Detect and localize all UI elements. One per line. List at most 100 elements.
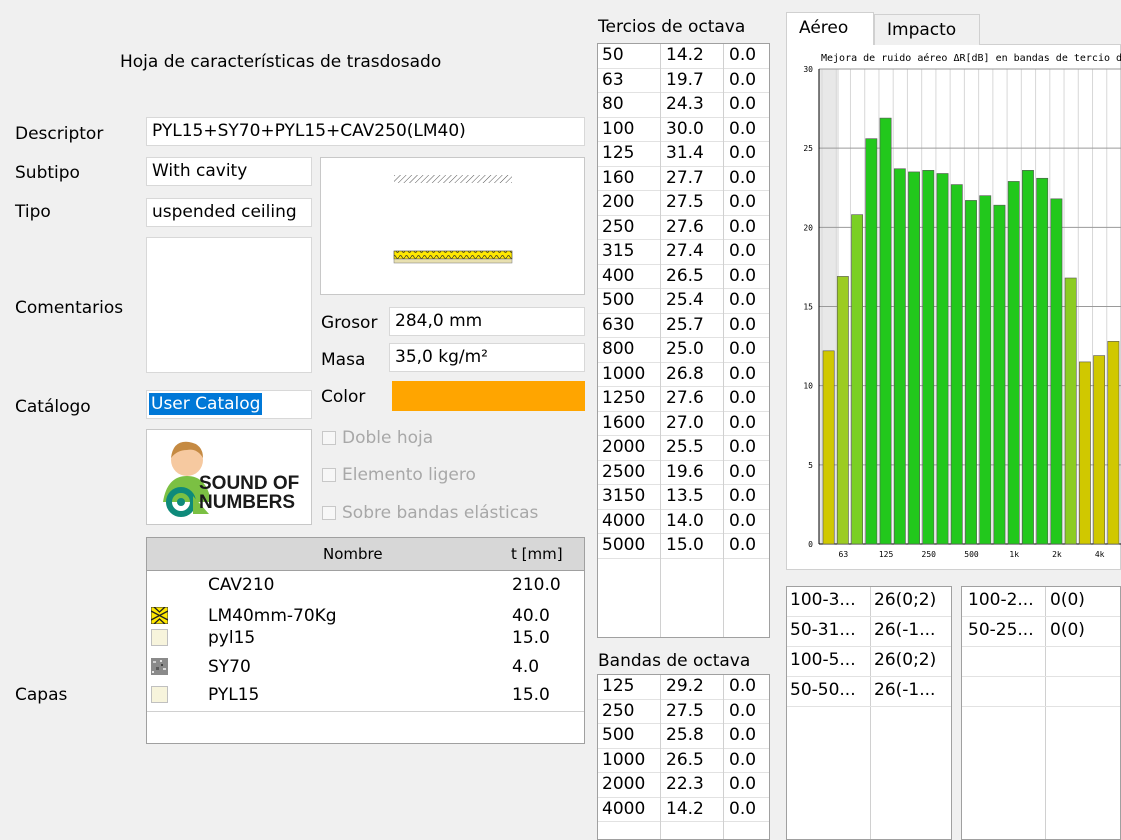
results-table-right: 100-2... 0(0) 50-25... 0(0) [961, 586, 1121, 840]
table-row[interactable]: 250 27.6 0.0 [598, 216, 769, 240]
table-row[interactable]: 50-25... 0(0) [962, 617, 1120, 647]
chart-bar [922, 170, 935, 545]
table-row[interactable]: 50 14.2 0.0 [598, 44, 769, 69]
table-row[interactable]: LM40mm-70Kg 40.0 [147, 606, 584, 626]
masa-field[interactable]: 35,0 kg/m² [389, 343, 585, 372]
color-label: Color [321, 387, 366, 407]
chart-bar [908, 171, 920, 545]
layers-table: CAV210 210.0 LM40mm-70Kg 40.0 pyl15 15.0… [146, 571, 585, 744]
y-tick-label: 15 [803, 303, 813, 312]
doble-hoja-checkbox[interactable]: Doble hoja [322, 428, 433, 448]
descriptor-field[interactable]: PYL15+SY70+PYL15+CAV250(LM40) [146, 117, 585, 146]
plaster-swatch-icon [151, 629, 168, 646]
table-row[interactable]: CAV210 210.0 [147, 575, 584, 595]
column-divider [723, 44, 724, 637]
col-header-t[interactable]: t [mm] [511, 545, 563, 563]
table-row[interactable]: 100 30.0 0.0 [598, 118, 769, 142]
table-row[interactable]: pyl15 15.0 [147, 628, 584, 648]
chart-bar [950, 184, 963, 545]
stone-swatch-icon [151, 658, 168, 675]
table-row[interactable]: 400 26.5 0.0 [598, 265, 769, 289]
checkbox-box-icon [322, 506, 336, 520]
tipo-label: Tipo [15, 202, 51, 222]
x-tick-label: 1k [1009, 550, 1019, 559]
table-row[interactable]: 200 27.5 0.0 [598, 191, 769, 216]
grosor-field[interactable]: 284,0 mm [389, 307, 585, 336]
chart-bar [851, 214, 864, 545]
x-tick-label: 2k [1052, 550, 1062, 559]
table-row[interactable]: 100-3... 26(0;2) [787, 587, 951, 617]
table-row[interactable]: 500 25.4 0.0 [598, 289, 769, 314]
table-row[interactable]: 125 29.2 0.0 [598, 675, 769, 700]
y-tick-label: 5 [808, 461, 813, 470]
chart-bar [1050, 198, 1063, 545]
layers-table-header: Nombre t [mm] [146, 537, 585, 571]
table-row[interactable]: 4000 14.2 0.0 [598, 798, 769, 822]
table-row[interactable]: 315 27.4 0.0 [598, 240, 769, 265]
table-row[interactable]: 3150 13.5 0.0 [598, 485, 769, 510]
column-divider [723, 675, 724, 839]
chart-bar [1078, 361, 1091, 545]
table-row[interactable]: 160 27.7 0.0 [598, 167, 769, 191]
catalogo-selected-text: User Catalog [149, 393, 263, 415]
results-table-left: 100-3... 26(0;2) 50-31... 26(-1... 100-5..… [786, 586, 952, 840]
table-row[interactable]: 800 25.0 0.0 [598, 338, 769, 363]
checkbox-box-icon [322, 431, 336, 445]
table-row[interactable]: 125 31.4 0.0 [598, 142, 769, 167]
table-row[interactable]: 50-50... 26(-1... [787, 677, 951, 707]
table-row[interactable]: SY70 4.0 [147, 657, 584, 677]
x-tick-label: 500 [964, 550, 979, 559]
x-tick-label: 250 [922, 550, 937, 559]
octavas-table: 125 29.2 0.0 250 27.5 0.0 500 25.8 0.0 1000 26.5 0.… [597, 674, 770, 840]
tercios-title: Tercios de octava [598, 17, 746, 37]
catalogo-field[interactable]: User Catalog [146, 390, 312, 419]
table-row[interactable] [962, 647, 1120, 677]
tab-aereo[interactable]: Aéreo [786, 12, 874, 45]
chart-bar [1036, 177, 1049, 545]
table-row[interactable] [962, 677, 1120, 707]
y-tick-label: 25 [803, 144, 813, 153]
table-row[interactable]: 2000 22.3 0.0 [598, 773, 769, 798]
row-divider [147, 711, 584, 712]
elemento-ligero-checkbox[interactable]: Elemento ligero [322, 465, 476, 485]
chart-bar [893, 168, 906, 545]
table-row[interactable]: PYL15 15.0 [147, 685, 584, 705]
table-row[interactable]: 2000 25.5 0.0 [598, 436, 769, 461]
table-row[interactable]: 1000 26.5 0.0 [598, 749, 769, 773]
y-tick-label: 10 [803, 382, 813, 391]
x-tick-label: 4k [1095, 550, 1105, 559]
layer-section-drawing [393, 175, 513, 264]
table-row[interactable]: 63 19.7 0.0 [598, 69, 769, 93]
column-divider [660, 44, 661, 637]
y-tick-label: 30 [803, 65, 813, 74]
color-swatch[interactable] [392, 381, 585, 411]
table-row[interactable]: 50-31... 26(-1... [787, 617, 951, 647]
checkbox-box-icon [322, 468, 336, 482]
tab-impacto[interactable]: Impacto [874, 14, 980, 45]
table-row[interactable]: 630 25.7 0.0 [598, 314, 769, 338]
grosor-label: Grosor [321, 313, 378, 333]
table-row[interactable]: 500 25.8 0.0 [598, 724, 769, 749]
table-row[interactable]: 2500 19.6 0.0 [598, 461, 769, 485]
table-row[interactable]: 4000 14.0 0.0 [598, 510, 769, 534]
chart-bar [836, 276, 849, 545]
comentarios-textarea[interactable] [146, 237, 312, 373]
column-divider [660, 675, 661, 839]
x-tick-label: 63 [839, 550, 849, 559]
subtipo-label: Subtipo [15, 163, 80, 183]
col-header-nombre[interactable]: Nombre [323, 545, 383, 563]
logo-text-line2: NUMBERS [199, 492, 296, 513]
chart-bar [1007, 181, 1020, 545]
table-row[interactable]: 1600 27.0 0.0 [598, 412, 769, 436]
table-row[interactable]: 5000 15.0 0.0 [598, 534, 769, 559]
bandas-elasticas-checkbox[interactable]: Sobre bandas elásticas [322, 503, 538, 523]
tipo-field[interactable]: uspended ceiling [146, 198, 312, 227]
table-row[interactable]: 80 24.3 0.0 [598, 93, 769, 118]
subtipo-field[interactable]: With cavity [146, 157, 312, 186]
table-row[interactable]: 100-2... 0(0) [962, 587, 1120, 617]
y-tick-label: 20 [803, 223, 813, 232]
table-row[interactable]: 100-5... 26(0;2) [787, 647, 951, 677]
table-row[interactable]: 1250 27.6 0.0 [598, 387, 769, 412]
table-row[interactable]: 1000 26.8 0.0 [598, 363, 769, 387]
table-row[interactable]: 250 27.5 0.0 [598, 700, 769, 724]
